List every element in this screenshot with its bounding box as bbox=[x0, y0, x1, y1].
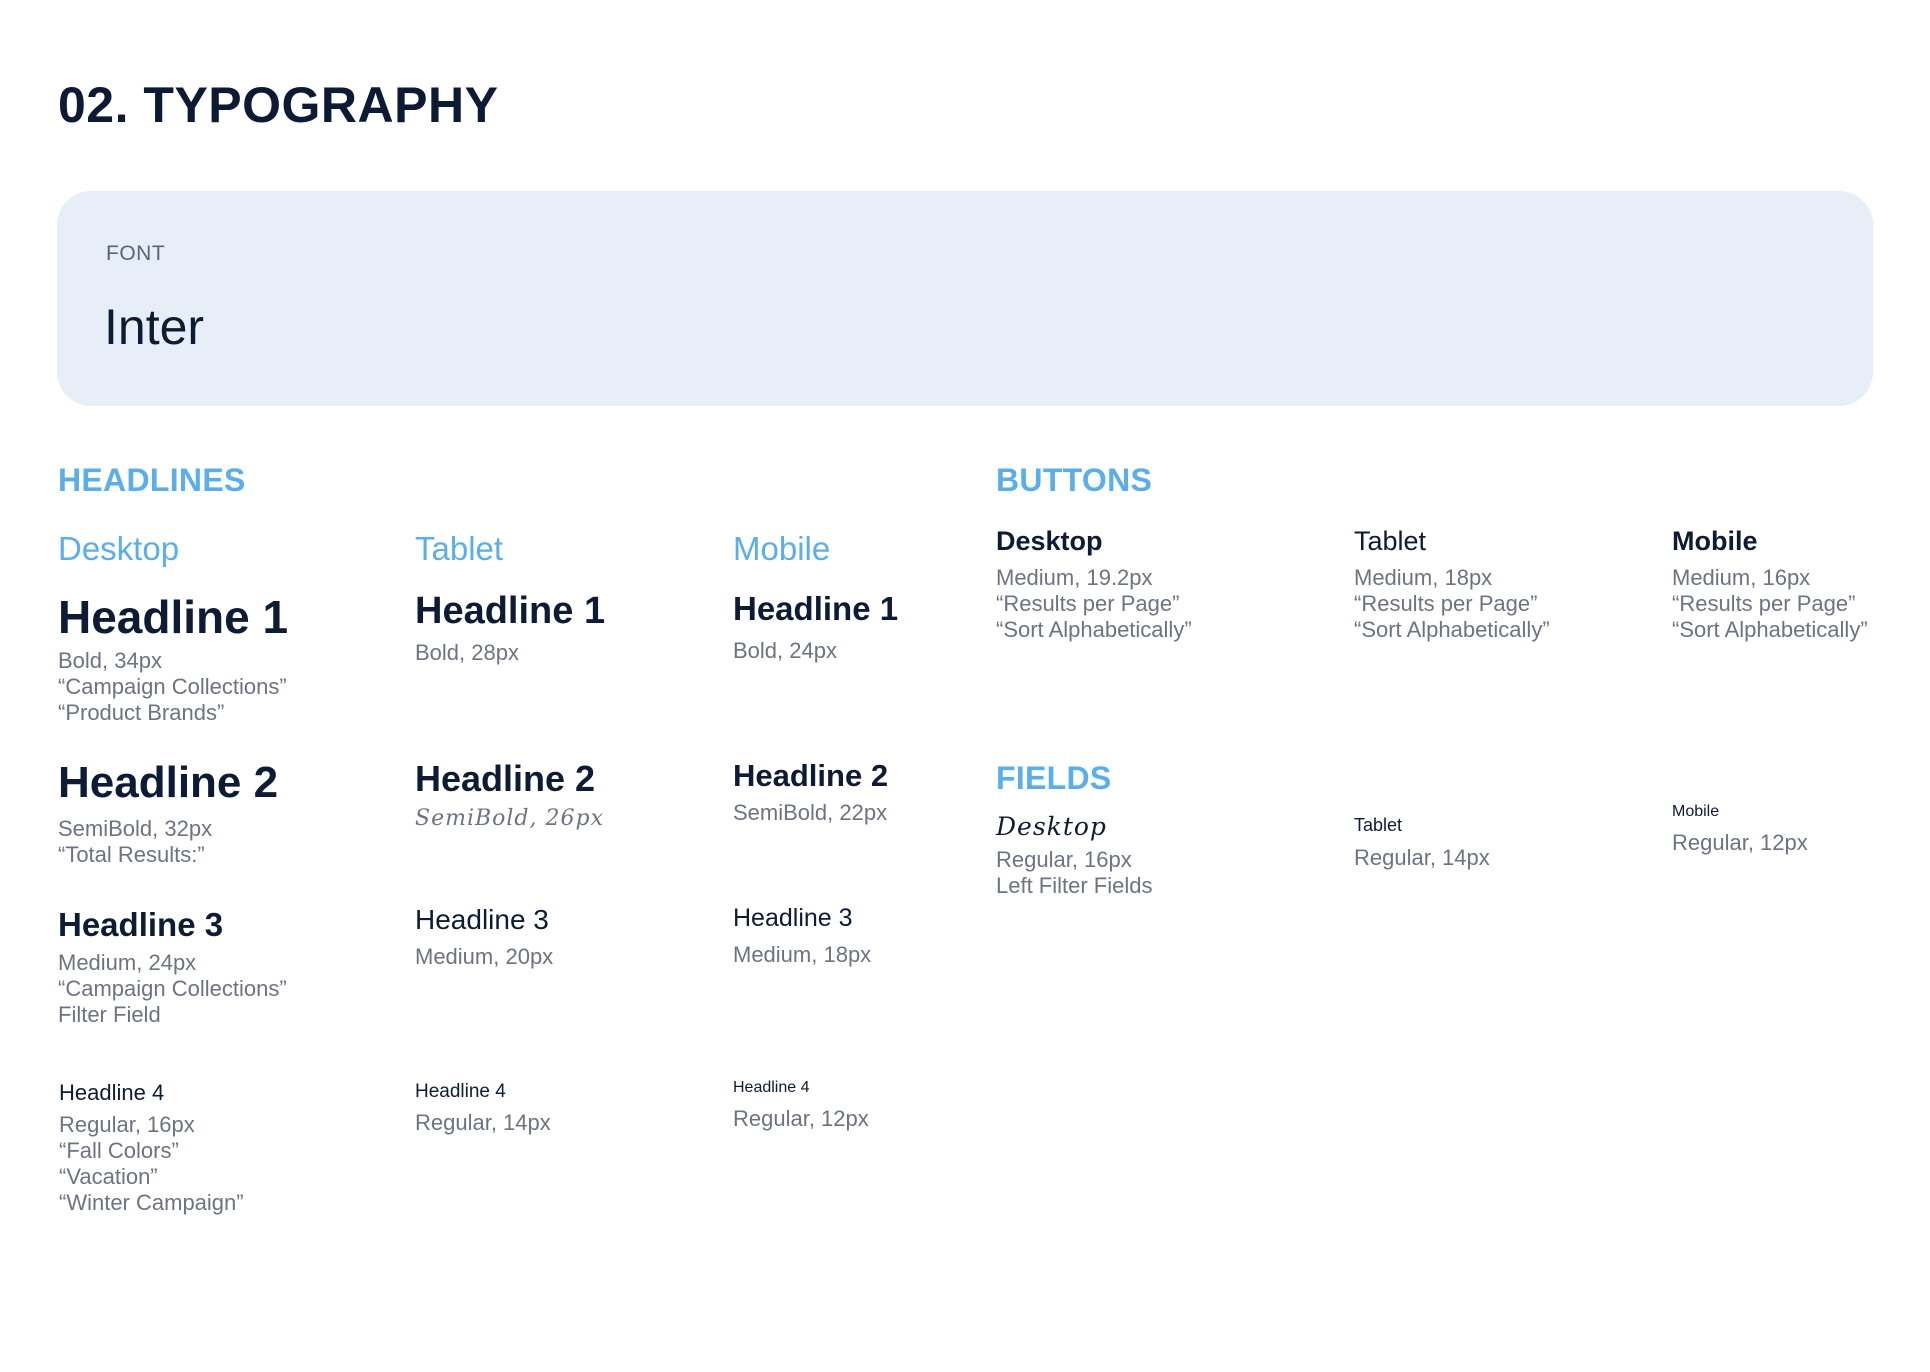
headlines-desktop-label: Desktop bbox=[58, 530, 180, 567]
fields-tablet-spec: Regular, 14px bbox=[1354, 845, 1490, 870]
desktop-headline-1: Headline 1 bbox=[58, 591, 289, 643]
tablet-h3-spec: Medium, 20px bbox=[415, 944, 554, 969]
mobile-headline-4: Headline 4 bbox=[733, 1079, 810, 1096]
desktop-h2-spec: SemiBold, 32px bbox=[58, 816, 213, 841]
mobile-headline-3: Headline 3 bbox=[733, 904, 853, 932]
font-card bbox=[57, 191, 1873, 406]
tablet-headline-4: Headline 4 bbox=[415, 1081, 506, 1102]
buttons-desktop-label: Desktop bbox=[996, 526, 1103, 556]
fields-desktop-meta: Regular, 16px Left Filter Fields bbox=[996, 847, 1153, 899]
buttons-tablet-spec: Medium, 18px bbox=[1354, 565, 1493, 590]
mobile-h4-spec: Regular, 12px bbox=[733, 1106, 869, 1131]
buttons-tablet-meta: Medium, 18px “Results per Page” “Sort Al… bbox=[1354, 565, 1550, 643]
tablet-h2-spec: SemiBold, 26px bbox=[415, 806, 604, 831]
desktop-h4-example: “Vacation” bbox=[59, 1164, 158, 1189]
headlines-mobile-label: Mobile bbox=[733, 530, 831, 567]
desktop-h4-example: “Winter Campaign” bbox=[59, 1190, 244, 1215]
buttons-section-title: BUTTONS bbox=[996, 462, 1153, 498]
buttons-desktop-spec: Medium, 19.2px bbox=[996, 565, 1153, 590]
desktop-headline-2: Headline 2 bbox=[58, 758, 279, 807]
fields-desktop-label: Desktop bbox=[996, 812, 1107, 841]
desktop-headline-4-meta: Regular, 16px “Fall Colors” “Vacation” “… bbox=[59, 1112, 244, 1216]
tablet-headline-1: Headline 1 bbox=[415, 590, 606, 632]
tablet-h1-spec: Bold, 28px bbox=[415, 640, 519, 665]
desktop-h1-example: “Campaign Collections” bbox=[58, 674, 287, 699]
tablet-headline-3: Headline 3 bbox=[415, 904, 549, 935]
fields-tablet-label: Tablet bbox=[1354, 815, 1403, 835]
desktop-h2-example: “Total Results:” bbox=[58, 842, 205, 867]
mobile-headline-2: Headline 2 bbox=[733, 758, 889, 793]
fields-mobile-spec: Regular, 12px bbox=[1672, 830, 1808, 855]
desktop-headline-3: Headline 3 bbox=[58, 906, 224, 943]
mobile-h1-spec: Bold, 24px bbox=[733, 638, 837, 663]
fields-desktop-spec: Regular, 16px bbox=[996, 847, 1132, 872]
buttons-tablet-example: “Sort Alphabetically” bbox=[1354, 617, 1550, 642]
tablet-headline-2: Headline 2 bbox=[415, 758, 596, 799]
fields-desktop-example: Left Filter Fields bbox=[996, 873, 1153, 898]
buttons-desktop-meta: Medium, 19.2px “Results per Page” “Sort … bbox=[996, 565, 1192, 643]
desktop-h3-spec: Medium, 24px bbox=[58, 950, 197, 975]
fields-section-title: FIELDS bbox=[996, 760, 1112, 796]
buttons-tablet-example: “Results per Page” bbox=[1354, 591, 1538, 616]
headlines-tablet-label: Tablet bbox=[415, 530, 504, 567]
mobile-headline-1: Headline 1 bbox=[733, 590, 899, 627]
mobile-h2-spec: SemiBold, 22px bbox=[733, 800, 888, 825]
desktop-h3-example: “Campaign Collections” bbox=[58, 976, 287, 1001]
buttons-mobile-spec: Medium, 16px bbox=[1672, 565, 1811, 590]
desktop-headline-4: Headline 4 bbox=[59, 1080, 165, 1105]
desktop-h4-spec: Regular, 16px bbox=[59, 1112, 195, 1137]
desktop-headline-1-meta: Bold, 34px “Campaign Collections” “Produ… bbox=[58, 648, 287, 726]
buttons-mobile-meta: Medium, 16px “Results per Page” “Sort Al… bbox=[1672, 565, 1868, 643]
desktop-h3-example: Filter Field bbox=[58, 1002, 161, 1027]
font-label: FONT bbox=[106, 242, 166, 265]
buttons-tablet-label: Tablet bbox=[1354, 526, 1427, 556]
desktop-headline-2-meta: SemiBold, 32px “Total Results:” bbox=[58, 816, 212, 868]
headlines-section-title: HEADLINES bbox=[58, 462, 246, 498]
desktop-h4-example: “Fall Colors” bbox=[59, 1138, 179, 1163]
desktop-headline-3-meta: Medium, 24px “Campaign Collections” Filt… bbox=[58, 950, 287, 1028]
buttons-mobile-example: “Sort Alphabetically” bbox=[1672, 617, 1868, 642]
desktop-h1-spec: Bold, 34px bbox=[58, 648, 162, 673]
buttons-mobile-label: Mobile bbox=[1672, 526, 1758, 556]
tablet-h4-spec: Regular, 14px bbox=[415, 1110, 551, 1135]
buttons-mobile-example: “Results per Page” bbox=[1672, 591, 1856, 616]
desktop-h1-example: “Product Brands” bbox=[58, 700, 225, 725]
page-title: 02. TYPOGRAPHY bbox=[58, 77, 499, 133]
buttons-desktop-example: “Sort Alphabetically” bbox=[996, 617, 1192, 642]
mobile-h3-spec: Medium, 18px bbox=[733, 942, 872, 967]
font-name: Inter bbox=[104, 299, 205, 355]
fields-mobile-label: Mobile bbox=[1672, 803, 1720, 820]
buttons-desktop-example: “Results per Page” bbox=[996, 591, 1180, 616]
